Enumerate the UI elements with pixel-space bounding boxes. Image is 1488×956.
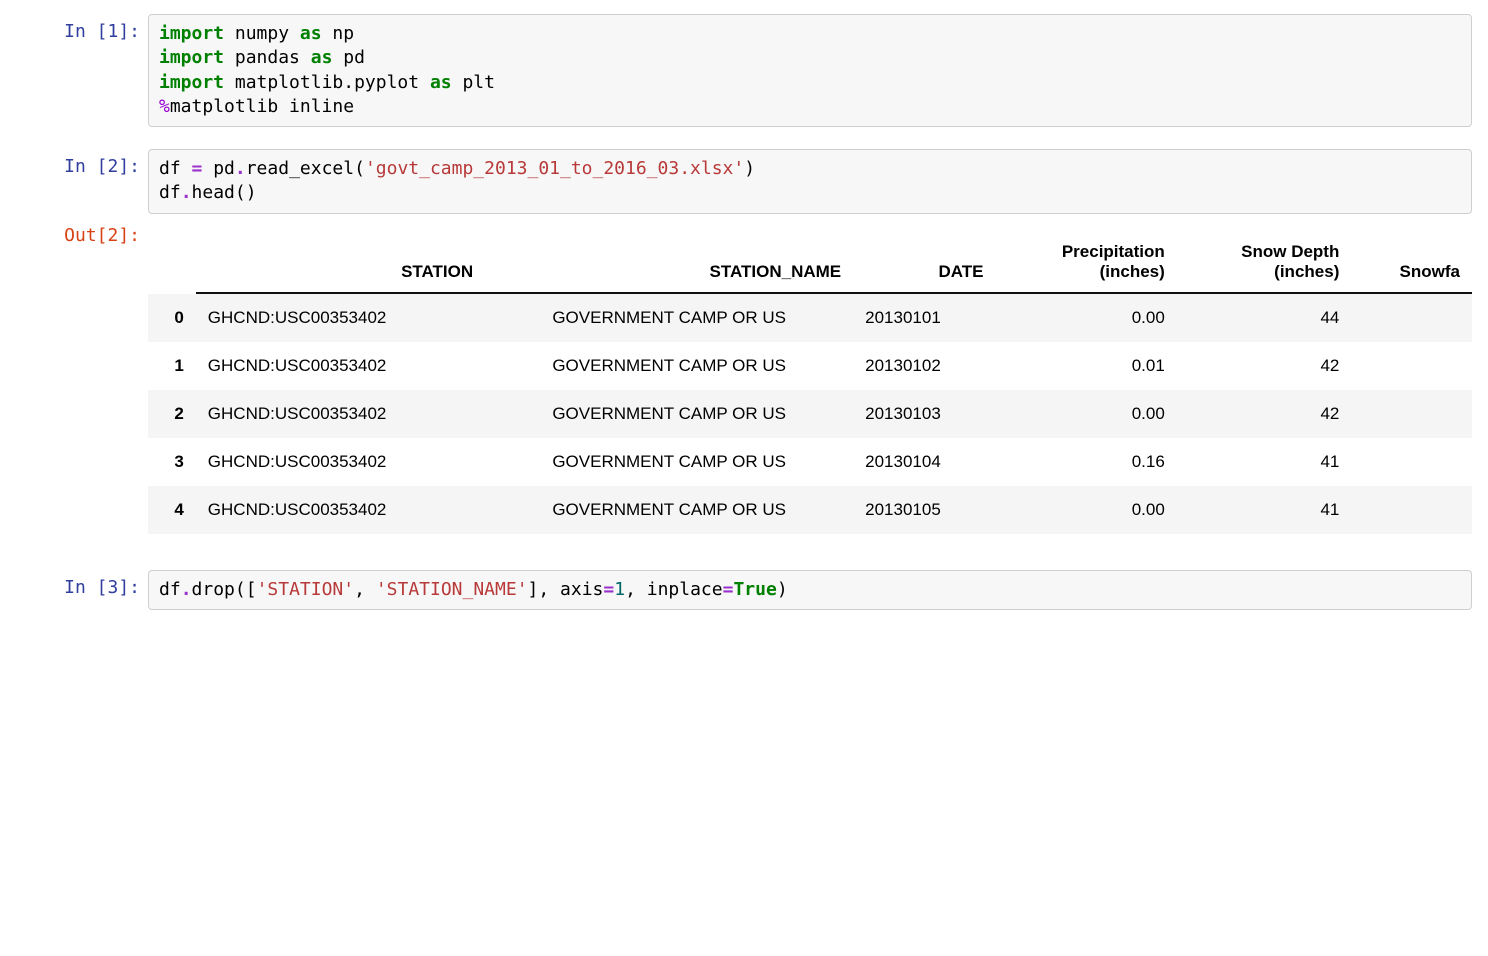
table-header-row: STATION STATION_NAME DATE Precipitation … [148,232,1472,293]
col-snow-depth: Snow Depth (inches) [1177,232,1352,293]
col-station: STATION [196,232,485,293]
input-prompt-1: In [1]: [0,14,148,50]
code-input-3[interactable]: df.drop(['STATION', 'STATION_NAME'], axi… [148,570,1472,610]
table-row: 3GHCND:USC00353402GOVERNMENT CAMP OR US2… [148,438,1472,486]
code-input-1[interactable]: import numpy as np import pandas as pd i… [148,14,1472,127]
output-cell-2: Out[2]: STATION STATION_NAME DATE Precip… [0,218,1488,534]
code-cell-1: In [1]: import numpy as np import pandas… [0,14,1488,127]
col-date: DATE [853,232,995,293]
table-row: 2GHCND:USC00353402GOVERNMENT CAMP OR US2… [148,390,1472,438]
code-input-2[interactable]: df = pd.read_excel('govt_camp_2013_01_to… [148,149,1472,214]
table-row: 1GHCND:USC00353402GOVERNMENT CAMP OR US2… [148,342,1472,390]
col-snowfall: Snowfa [1351,232,1472,293]
table-row: 0GHCND:USC00353402GOVERNMENT CAMP OR US2… [148,293,1472,342]
code-cell-2: In [2]: df = pd.read_excel('govt_camp_20… [0,149,1488,214]
dataframe-output: STATION STATION_NAME DATE Precipitation … [148,218,1488,534]
output-prompt-2: Out[2]: [0,218,148,254]
input-prompt-2: In [2]: [0,149,148,185]
table-row: 4GHCND:USC00353402GOVERNMENT CAMP OR US2… [148,486,1472,534]
dataframe-table: STATION STATION_NAME DATE Precipitation … [148,232,1472,534]
input-prompt-3: In [3]: [0,570,148,606]
col-index [148,232,196,293]
code-cell-3: In [3]: df.drop(['STATION', 'STATION_NAM… [0,570,1488,610]
col-station-name: STATION_NAME [485,232,853,293]
col-precip: Precipitation (inches) [995,232,1176,293]
